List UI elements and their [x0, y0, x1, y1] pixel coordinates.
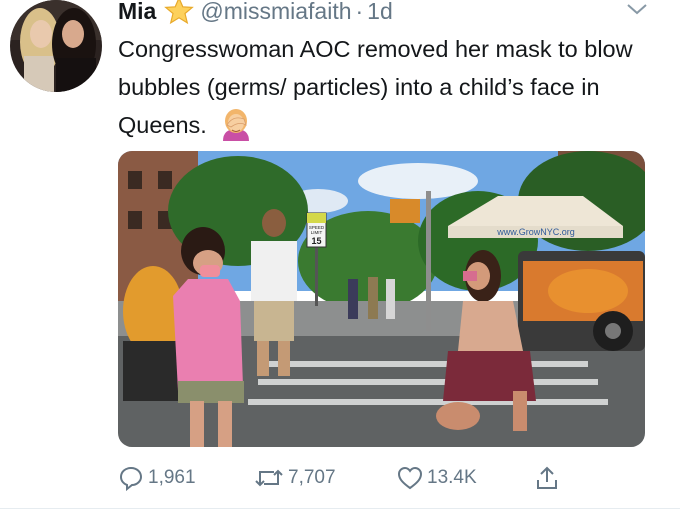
like-icon [397, 466, 423, 490]
timestamp[interactable]: 1d [367, 0, 393, 25]
like-count: 13.4K [427, 467, 477, 488]
facepalm-emoji-icon [219, 107, 253, 141]
speed-sign-mid: LIMIT [311, 230, 323, 235]
avatar[interactable] [10, 0, 102, 92]
speed-sign-value: 15 [311, 236, 321, 246]
user-handle[interactable]: @missmiafaith [200, 0, 351, 25]
star-emoji-icon [164, 0, 195, 26]
separator-dot: · [355, 0, 364, 24]
divider [0, 508, 680, 509]
reply-button[interactable]: 1,961 [118, 458, 196, 498]
reply-count: 1,961 [148, 467, 196, 488]
retweet-button[interactable]: 7,707 [254, 458, 336, 498]
share-icon [537, 466, 557, 489]
photo-scene: www.GrowNYC.org SPEED LIMIT 15 [118, 151, 645, 447]
tweet-body: Congresswoman AOC removed her mask to bl… [118, 36, 633, 138]
tweet-photo[interactable]: www.GrowNYC.org SPEED LIMIT 15 [118, 151, 645, 447]
share-button[interactable] [534, 458, 564, 498]
tweet-actions: 1,961 7,707 13.4K [112, 458, 572, 498]
avatar-image [10, 0, 102, 92]
retweet-count: 7,707 [288, 467, 336, 488]
tent-banner-text: www.GrowNYC.org [496, 227, 575, 237]
display-name[interactable]: Mia [118, 0, 156, 25]
reply-icon [119, 466, 143, 491]
like-button[interactable]: 13.4K [397, 458, 477, 498]
tweet-text: Congresswoman AOC removed her mask to bl… [118, 30, 658, 144]
tweet-header: Mia @missmiafaith · 1d [118, 0, 393, 28]
retweet-icon [255, 469, 283, 487]
caret-down-icon[interactable] [626, 2, 648, 16]
